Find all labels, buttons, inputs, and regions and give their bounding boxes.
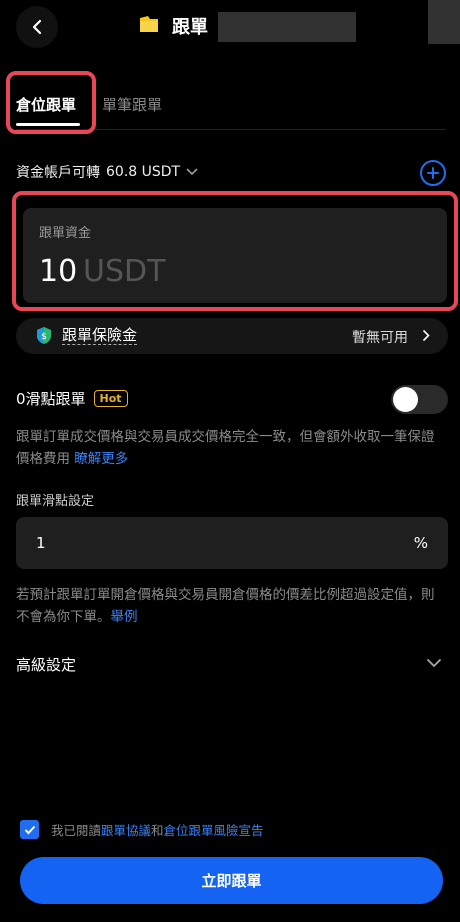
- available-value: 60.8 USDT: [106, 164, 181, 180]
- transfer-plus-button[interactable]: [420, 160, 446, 186]
- advanced-settings-label[interactable]: 高級設定: [16, 654, 76, 675]
- copy-agreement-link[interactable]: 跟單協議: [101, 820, 151, 839]
- header: 跟單: [0, 0, 460, 56]
- shield-icon: $: [37, 327, 51, 344]
- available-label: 資金帳戶可轉: [16, 165, 100, 181]
- highlight-box-amount: [12, 191, 458, 311]
- plus-icon: [427, 167, 439, 179]
- zero-slippage-title: 0滑點跟單: [16, 390, 86, 408]
- chevron-right-icon: [422, 329, 430, 342]
- agreement-row: 我已閱讀 跟單協議 和 倉位跟單風險宣告: [20, 820, 264, 839]
- check-icon: [24, 825, 35, 834]
- agreement-checkbox[interactable]: [20, 820, 39, 839]
- back-button[interactable]: [16, 6, 58, 48]
- zero-slippage-description: 跟單訂單成交價格與交易員成交價格完全一致，但會額外收取一筆保證價格費用 瞭解更多: [16, 426, 446, 470]
- learn-more-link[interactable]: 瞭解更多: [74, 451, 128, 467]
- folder-logo-icon: [140, 16, 158, 32]
- agreement-prefix: 我已閱讀: [51, 823, 102, 838]
- example-link[interactable]: 舉例: [111, 609, 138, 625]
- highlight-box-tab: [6, 71, 96, 134]
- tab-single-copy[interactable]: 單筆跟單: [102, 94, 162, 115]
- slippage-setting-label: 跟單滑點設定: [16, 494, 95, 509]
- hot-badge: Hot: [93, 390, 128, 407]
- chevron-down-icon: [186, 168, 198, 176]
- svg-text:$: $: [41, 332, 47, 342]
- insurance-label[interactable]: 跟單保險金: [62, 326, 138, 345]
- page-title: 跟單: [172, 17, 208, 38]
- slippage-desc-text: 若預計跟單訂單開倉價格與交易員開倉價格的價差比例超過設定值，則不會為你下單。: [16, 587, 435, 625]
- slippage-value: 1: [36, 534, 46, 552]
- zero-slippage-toggle[interactable]: [391, 385, 448, 414]
- zero-slippage-row: 0滑點跟單 Hot: [16, 388, 128, 409]
- agreement-middle: 和: [151, 823, 164, 838]
- slippage-description: 若預計跟單訂單開倉價格與交易員開倉價格的價差比例超過設定值，則不會為你下單。舉例: [16, 584, 446, 628]
- insurance-status: 暫無可用: [352, 330, 408, 346]
- chevron-left-icon: [32, 19, 42, 35]
- redacted-avatar: [428, 0, 460, 44]
- available-balance-row[interactable]: 資金帳戶可轉 60.8 USDT: [16, 162, 198, 182]
- redacted-name: [218, 12, 356, 42]
- insurance-row[interactable]: $ 跟單保險金 暫無可用: [16, 318, 448, 354]
- chevron-down-icon[interactable]: [426, 658, 442, 668]
- slippage-input[interactable]: 1 %: [16, 517, 448, 569]
- copy-now-button[interactable]: 立即跟單: [20, 857, 443, 904]
- toggle-knob: [393, 387, 418, 412]
- risk-disclosure-link[interactable]: 倉位跟單風險宣告: [164, 820, 264, 839]
- slippage-unit: %: [413, 534, 428, 552]
